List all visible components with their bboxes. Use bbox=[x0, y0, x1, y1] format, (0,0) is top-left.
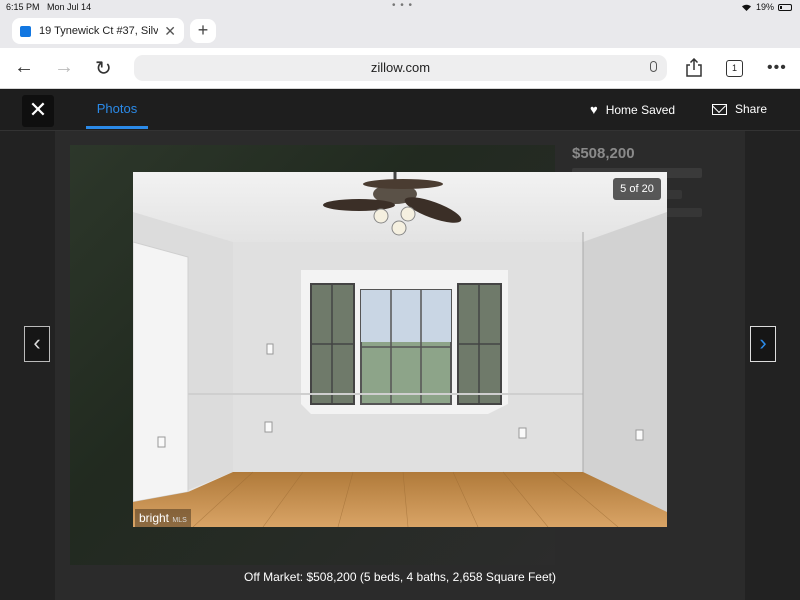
close-viewer-button[interactable]: ✕ bbox=[22, 95, 54, 127]
mls-watermark: bright MLS bbox=[135, 509, 191, 527]
tab-count-button[interactable]: 1 bbox=[726, 60, 743, 77]
back-button[interactable]: ← bbox=[14, 56, 34, 79]
tab-underline bbox=[86, 126, 148, 129]
photo-counter: 5 of 20 bbox=[613, 178, 661, 200]
url-text: zillow.com bbox=[370, 60, 431, 75]
tab-photos[interactable]: Photos bbox=[86, 101, 148, 116]
share-sheet-icon[interactable] bbox=[686, 58, 702, 77]
tab-title: 19 Tynewick Ct #37, Silv bbox=[39, 25, 159, 37]
navigation-bar: ← → ↻ zillow.com 1 ••• bbox=[0, 48, 800, 89]
reload-button[interactable]: ↻ bbox=[95, 56, 112, 81]
home-saved-label: Home Saved bbox=[605, 102, 676, 117]
battery-icon bbox=[778, 3, 792, 11]
watermark-text: bright bbox=[139, 511, 170, 525]
microphone-icon[interactable] bbox=[650, 61, 657, 72]
more-icon[interactable]: ••• bbox=[767, 59, 787, 77]
browser-tab[interactable]: 19 Tynewick Ct #37, Silv ✕ bbox=[12, 18, 184, 44]
forward-button[interactable]: → bbox=[54, 56, 74, 79]
page-content: $508,200 ✕ Photos ♥ Home Saved Share ‹ › bbox=[0, 90, 800, 600]
listing-caption: Off Market: $508,200 (5 beds, 4 baths, 2… bbox=[244, 570, 556, 584]
multitask-dots-icon[interactable]: • • • bbox=[392, 0, 413, 11]
listing-photo bbox=[133, 172, 667, 527]
address-bar[interactable]: zillow.com bbox=[134, 55, 667, 81]
photo-viewer-header: ✕ Photos ♥ Home Saved Share bbox=[0, 90, 800, 131]
tab-bar: 19 Tynewick Ct #37, Silv ✕ + bbox=[0, 14, 800, 48]
heart-icon: ♥ bbox=[590, 102, 598, 117]
room-photo-illustration bbox=[133, 172, 667, 527]
share-label: Share bbox=[735, 102, 768, 116]
tab-close-icon[interactable]: ✕ bbox=[164, 23, 176, 40]
new-tab-button[interactable]: + bbox=[190, 19, 216, 43]
home-saved-button[interactable]: ♥ Home Saved bbox=[590, 102, 675, 117]
next-photo-button[interactable]: › bbox=[750, 326, 776, 362]
share-button[interactable]: Share bbox=[712, 102, 767, 116]
wifi-icon bbox=[741, 4, 751, 11]
previous-photo-button[interactable]: ‹ bbox=[24, 326, 50, 362]
status-time: 6:15 PM Mon Jul 14 bbox=[6, 2, 92, 12]
battery-fill bbox=[780, 5, 782, 9]
envelope-icon bbox=[712, 103, 727, 115]
background-price: $508,200 bbox=[572, 145, 635, 162]
battery-percent: 19% bbox=[755, 2, 774, 12]
watermark-sub: MLS bbox=[172, 517, 187, 524]
status-right: 19% bbox=[741, 2, 792, 12]
zillow-icon bbox=[20, 25, 31, 37]
status-bar: 6:15 PM Mon Jul 14 • • • 19% bbox=[0, 0, 800, 14]
